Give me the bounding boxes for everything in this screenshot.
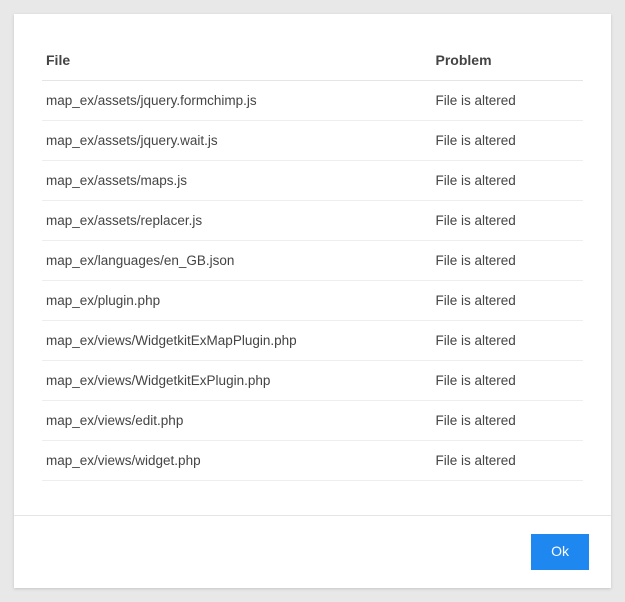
cell-file: map_ex/plugin.php xyxy=(42,281,432,321)
cell-problem: File is altered xyxy=(432,281,583,321)
cell-problem: File is altered xyxy=(432,161,583,201)
cell-file: map_ex/views/widget.php xyxy=(42,441,432,481)
table-header-row: File Problem xyxy=(42,42,583,81)
cell-problem: File is altered xyxy=(432,201,583,241)
table-row: map_ex/assets/jquery.wait.js File is alt… xyxy=(42,121,583,161)
ok-button[interactable]: Ok xyxy=(531,534,589,570)
cell-file: map_ex/languages/en_GB.json xyxy=(42,241,432,281)
cell-file: map_ex/views/edit.php xyxy=(42,401,432,441)
cell-file: map_ex/views/WidgetkitExPlugin.php xyxy=(42,361,432,401)
files-table: File Problem map_ex/assets/jquery.formch… xyxy=(42,42,583,481)
cell-file: map_ex/views/WidgetkitExMapPlugin.php xyxy=(42,321,432,361)
cell-file: map_ex/assets/jquery.formchimp.js xyxy=(42,81,432,121)
cell-file: map_ex/assets/jquery.wait.js xyxy=(42,121,432,161)
cell-problem: File is altered xyxy=(432,241,583,281)
cell-problem: File is altered xyxy=(432,81,583,121)
table-row: map_ex/assets/jquery.formchimp.js File i… xyxy=(42,81,583,121)
dialog-content: File Problem map_ex/assets/jquery.formch… xyxy=(14,14,611,515)
cell-file: map_ex/assets/maps.js xyxy=(42,161,432,201)
table-row: map_ex/assets/replacer.js File is altere… xyxy=(42,201,583,241)
table-row: map_ex/views/WidgetkitExPlugin.php File … xyxy=(42,361,583,401)
cell-problem: File is altered xyxy=(432,361,583,401)
table-row: map_ex/views/WidgetkitExMapPlugin.php Fi… xyxy=(42,321,583,361)
cell-problem: File is altered xyxy=(432,441,583,481)
table-row: map_ex/views/edit.php File is altered xyxy=(42,401,583,441)
cell-problem: File is altered xyxy=(432,321,583,361)
header-file: File xyxy=(42,42,432,81)
table-row: map_ex/assets/maps.js File is altered xyxy=(42,161,583,201)
cell-problem: File is altered xyxy=(432,401,583,441)
table-row: map_ex/plugin.php File is altered xyxy=(42,281,583,321)
cell-problem: File is altered xyxy=(432,121,583,161)
cell-file: map_ex/assets/replacer.js xyxy=(42,201,432,241)
header-problem: Problem xyxy=(432,42,583,81)
dialog: File Problem map_ex/assets/jquery.formch… xyxy=(14,14,611,588)
table-row: map_ex/views/widget.php File is altered xyxy=(42,441,583,481)
table-row: map_ex/languages/en_GB.json File is alte… xyxy=(42,241,583,281)
dialog-footer: Ok xyxy=(14,515,611,588)
